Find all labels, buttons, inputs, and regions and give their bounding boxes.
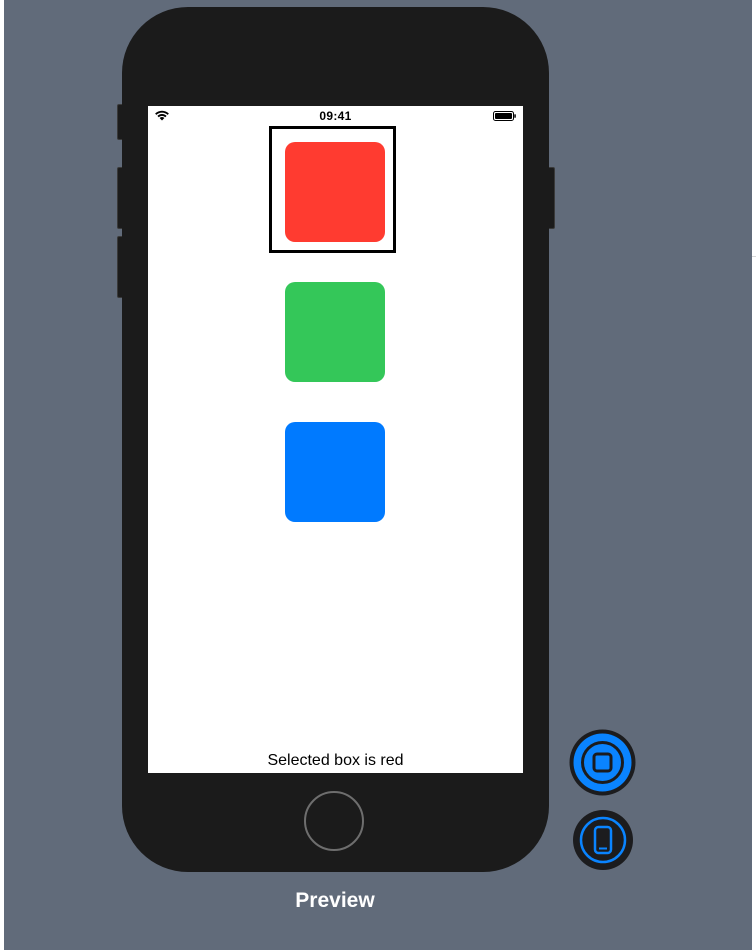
red-box[interactable] bbox=[285, 142, 385, 242]
inspector-divider bbox=[752, 256, 756, 257]
selection-status-text: Selected box is red bbox=[267, 752, 404, 769]
status-time: 09:41 bbox=[319, 109, 352, 123]
battery-icon bbox=[493, 111, 516, 121]
inspector-panel-edge bbox=[752, 0, 756, 950]
home-button[interactable] bbox=[304, 791, 364, 851]
window-edge bbox=[0, 0, 4, 950]
device-icon bbox=[573, 810, 633, 870]
green-box[interactable] bbox=[285, 282, 385, 382]
live-preview-button[interactable] bbox=[569, 729, 636, 796]
blue-box[interactable] bbox=[285, 422, 385, 522]
device-button[interactable] bbox=[573, 810, 633, 870]
device-screen: 09:41 Selected box is red bbox=[148, 106, 523, 773]
status-bar: 09:41 bbox=[148, 106, 523, 126]
live-preview-icon bbox=[569, 729, 636, 796]
preview-title: Preview bbox=[295, 889, 375, 912]
